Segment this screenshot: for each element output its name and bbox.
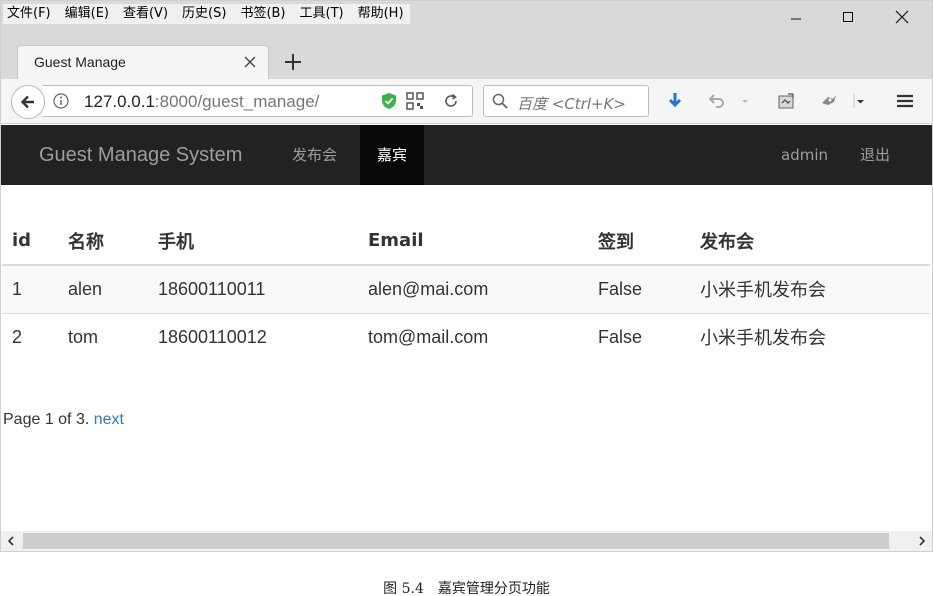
qr-code-icon[interactable]	[406, 92, 424, 110]
download-icon[interactable]	[665, 91, 685, 111]
figure-caption: 图 5.4 嘉宾管理分页功能	[383, 581, 550, 596]
nav-logout[interactable]: 退出	[860, 125, 890, 185]
new-tab-icon[interactable]	[281, 50, 305, 74]
url-path: :8000/guest_manage/	[154, 92, 320, 111]
browser-window: 文件(F) 编辑(E) 查看(V) 历史(S) 书签(B) 工具(T) 帮助(H…	[0, 0, 933, 552]
cell-phone: 18600110011	[148, 264, 358, 313]
menu-bar: 文件(F) 编辑(E) 查看(V) 历史(S) 书签(B) 工具(T) 帮助(H…	[1, 1, 932, 33]
tab-title: Guest Manage	[34, 54, 126, 70]
tab-strip: Guest Manage	[1, 33, 932, 79]
back-button[interactable]	[11, 85, 45, 119]
cell-event: 小米手机发布会	[690, 264, 930, 313]
cell-event: 小米手机发布会	[690, 312, 930, 361]
url-text: 127.0.0.1:8000/guest_manage/	[84, 92, 319, 112]
cell-id: 1	[2, 264, 58, 313]
menu-view[interactable]: 查看(V)	[123, 4, 168, 24]
next-page-link[interactable]: next	[94, 411, 124, 428]
cell-sign: False	[588, 312, 690, 361]
cell-email: tom@mail.com	[358, 312, 588, 361]
header-phone: 手机	[148, 217, 358, 266]
extension-icon[interactable]	[819, 91, 839, 111]
site-navbar: Guest Manage System 发布会 嘉宾 admin 退出	[1, 125, 932, 185]
table-row: 1 alen 18600110011 alen@mai.com False 小米…	[2, 264, 930, 313]
maximize-icon	[843, 12, 853, 22]
cell-name: tom	[58, 312, 148, 361]
menu-history[interactable]: 历史(S)	[182, 4, 226, 24]
cell-phone: 18600110012	[148, 312, 358, 361]
menu-help[interactable]: 帮助(H)	[358, 4, 404, 24]
scrollbar-thumb[interactable]	[23, 533, 889, 549]
reload-icon[interactable]	[443, 93, 459, 109]
screenshot-icon[interactable]	[776, 91, 796, 111]
minimize-button[interactable]	[773, 1, 819, 33]
header-id: id	[2, 217, 58, 266]
guest-table: id 名称 手机 Email 签到 发布会 1 alen 18600110011…	[2, 217, 930, 361]
page-status: Page 1 of 3.	[3, 411, 90, 428]
url-bar[interactable]: 127.0.0.1:8000/guest_manage/	[43, 85, 473, 117]
overflow-chevron-icon[interactable]	[853, 91, 867, 111]
chevron-right-icon	[919, 536, 926, 546]
horizontal-scrollbar[interactable]	[1, 531, 932, 551]
cell-sign: False	[588, 264, 690, 313]
nav-link-events[interactable]: 发布会	[292, 125, 337, 185]
table-body: 1 alen 18600110011 alen@mai.com False 小米…	[2, 264, 930, 361]
header-email: Email	[358, 217, 588, 266]
cell-name: alen	[58, 264, 148, 313]
search-bar[interactable]: 百度 <Ctrl+K>	[483, 85, 649, 117]
table-header: id 名称 手机 Email 签到 发布会	[2, 217, 930, 266]
browser-toolbar: 127.0.0.1:8000/guest_manage/ 百度 <Ctrl+K>	[1, 79, 932, 124]
nav-link-guests[interactable]: 嘉宾	[360, 125, 425, 185]
header-sign: 签到	[588, 217, 690, 266]
chevron-left-icon	[7, 536, 14, 546]
minimize-icon	[791, 18, 801, 20]
close-tab-icon[interactable]	[240, 52, 260, 72]
search-icon	[492, 93, 508, 109]
cell-email: alen@mai.com	[358, 264, 588, 313]
scroll-right-button[interactable]	[912, 531, 932, 551]
shield-icon[interactable]	[380, 92, 398, 110]
table-row: 2 tom 18600110012 tom@mail.com False 小米手…	[2, 312, 930, 361]
hamburger-menu-icon[interactable]	[895, 91, 915, 111]
undo-icon[interactable]	[707, 91, 727, 111]
brand-link[interactable]: Guest Manage System	[39, 144, 242, 167]
search-placeholder: 百度 <Ctrl+K>	[517, 95, 626, 113]
header-event: 发布会	[690, 217, 930, 266]
cell-id: 2	[2, 312, 58, 361]
info-icon[interactable]	[53, 93, 69, 109]
chevron-down-icon[interactable]	[739, 91, 751, 111]
tab-guest-manage[interactable]: Guest Manage	[17, 45, 269, 79]
menu: 文件(F) 编辑(E) 查看(V) 历史(S) 书签(B) 工具(T) 帮助(H…	[3, 4, 410, 24]
close-icon	[895, 10, 909, 24]
maximize-button[interactable]	[825, 1, 871, 33]
nav-user[interactable]: admin	[781, 125, 828, 185]
menu-file[interactable]: 文件(F)	[7, 4, 51, 24]
pagination: Page 1 of 3. next	[3, 411, 124, 429]
table-header-row: id 名称 手机 Email 签到 发布会	[2, 217, 930, 266]
close-window-button[interactable]	[879, 1, 925, 33]
menu-edit[interactable]: 编辑(E)	[65, 4, 109, 24]
menu-tools[interactable]: 工具(T)	[300, 4, 344, 24]
menu-bookmarks[interactable]: 书签(B)	[240, 4, 285, 24]
scroll-left-button[interactable]	[1, 531, 21, 551]
back-arrow-icon	[20, 95, 34, 109]
url-host: 127.0.0.1	[84, 92, 155, 111]
header-name: 名称	[58, 217, 148, 266]
